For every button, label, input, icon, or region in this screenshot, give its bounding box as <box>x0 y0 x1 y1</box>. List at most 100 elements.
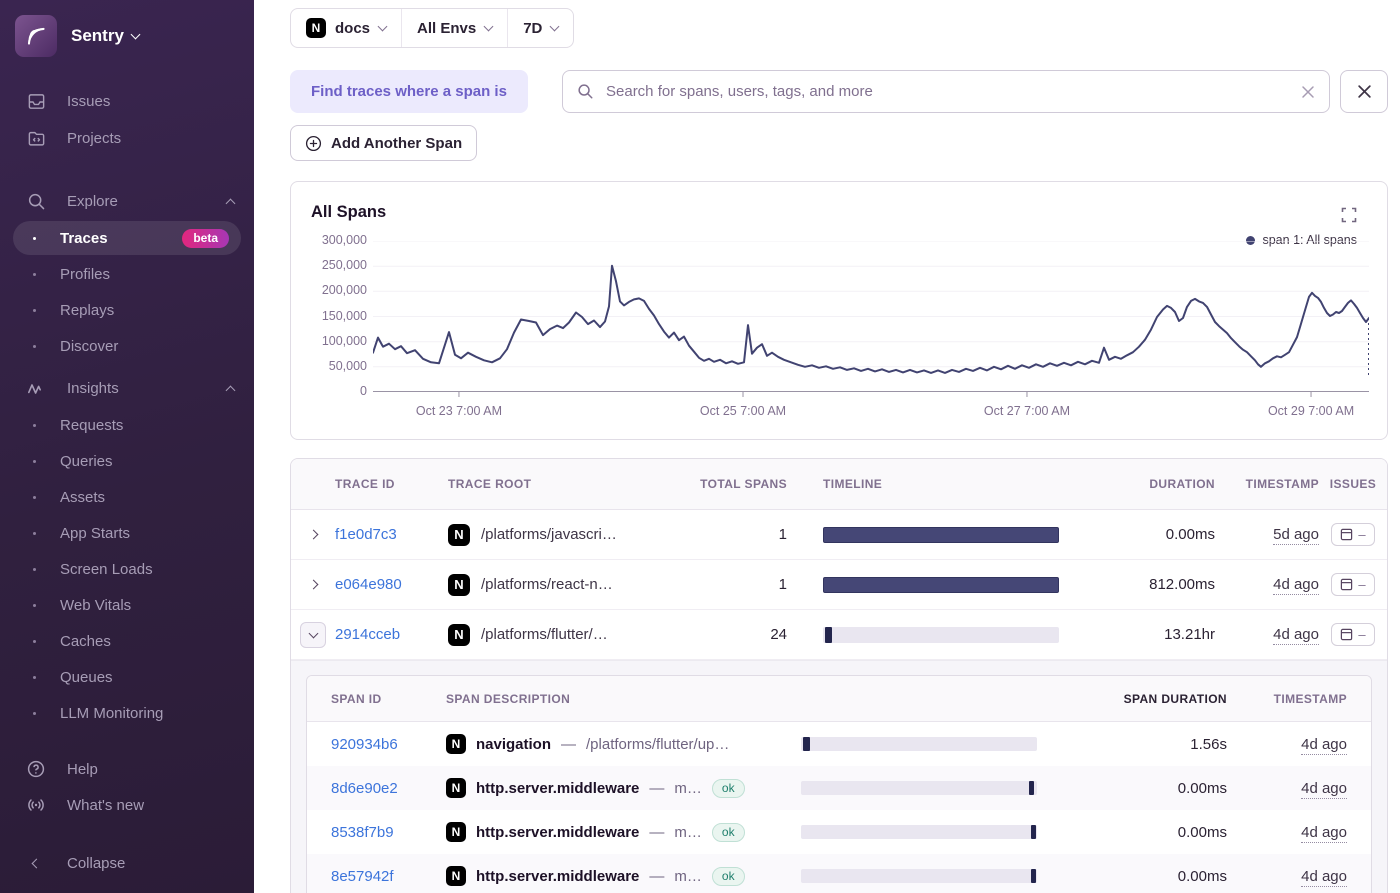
duration-value: 0.00ms <box>1083 526 1215 543</box>
sidebar-item-queues[interactable]: Queues <box>0 659 254 695</box>
trace-row: e064e980 N /platforms/react-n… 1 812.00m… <box>291 560 1387 610</box>
main-content: N docs All Envs 7D Find traces where a s… <box>254 0 1400 893</box>
sidebar-item-requests[interactable]: Requests <box>0 407 254 443</box>
sidebar-item-issues[interactable]: Issues <box>0 83 254 120</box>
org-switcher[interactable]: Sentry <box>0 0 254 57</box>
sidebar-item-screen-loads[interactable]: Screen Loads <box>0 551 254 587</box>
span-row: 920934b6 N navigation — /platforms/flutt… <box>307 722 1371 766</box>
sidebar-item-replays[interactable]: Replays <box>0 292 254 328</box>
issues-count-empty: – <box>1358 627 1365 642</box>
sentry-logo-icon <box>15 15 57 57</box>
nextjs-icon: N <box>446 778 466 798</box>
span-id-link[interactable]: 920934b6 <box>331 736 398 753</box>
span-id-link[interactable]: 8d6e90e2 <box>331 780 398 797</box>
environment-value: All Envs <box>417 20 476 37</box>
help-label: Help <box>67 761 98 778</box>
environment-selector[interactable]: All Envs <box>401 9 507 47</box>
trace-root-text: /platforms/flutter/… <box>481 626 608 643</box>
chevron-down-icon <box>484 22 494 32</box>
expand-toggle[interactable] <box>310 581 317 588</box>
sidebar-item-explore[interactable]: Explore <box>0 183 254 220</box>
sidebar-item-whats-new[interactable]: What's new <box>0 787 254 823</box>
col-span-timestamp: TIMESTAMP <box>1235 692 1371 706</box>
duration-value: 13.21hr <box>1083 626 1215 643</box>
trace-rows: f1e0d7c3 N /platforms/javascri… 1 0.00ms… <box>291 510 1387 660</box>
find-traces-label: Find traces where a span is <box>290 70 528 113</box>
issues-button[interactable]: – <box>1331 523 1374 546</box>
sidebar-footer: Help What's new Collapse <box>0 751 254 893</box>
sidebar-item-projects[interactable]: Projects <box>0 120 254 157</box>
span-search-bar[interactable] <box>562 70 1330 113</box>
issues-count-empty: – <box>1358 577 1365 592</box>
x-tick-label: Oct 27 7:00 AM <box>984 404 1070 418</box>
sidebar-item-assets[interactable]: Assets <box>0 479 254 515</box>
timestamp-link[interactable]: 4d ago <box>1301 780 1347 799</box>
trace-row: 2914cceb N /platforms/flutter/… 24 13.21… <box>291 610 1387 660</box>
trace-id-link[interactable]: 2914cceb <box>335 626 400 643</box>
span-id-link[interactable]: 8e57942f <box>331 868 394 885</box>
span-id-link[interactable]: 8538f7b9 <box>331 824 394 841</box>
chevron-down-icon <box>130 30 140 40</box>
fullscreen-icon[interactable] <box>1341 207 1357 223</box>
timestamp-link[interactable]: 4d ago <box>1301 736 1347 755</box>
sidebar-collapse-button[interactable]: Collapse <box>0 845 254 881</box>
expand-toggle[interactable] <box>310 531 317 538</box>
y-tick-label: 300,000 <box>305 233 367 247</box>
sidebar-item-llm-monitoring[interactable]: LLM Monitoring <box>0 695 254 731</box>
span-row: 8538f7b9 N http.server.middleware — m… o… <box>307 810 1371 854</box>
issues-button[interactable]: – <box>1331 573 1374 596</box>
trace-id-link[interactable]: e064e980 <box>335 576 402 593</box>
project-selector[interactable]: N docs <box>291 9 401 47</box>
sidebar-item-traces[interactable]: Traces beta <box>13 221 241 255</box>
chevron-up-icon <box>226 198 236 208</box>
timestamp-link[interactable]: 5d ago <box>1273 526 1319 545</box>
timestamp-link[interactable]: 4d ago <box>1273 576 1319 595</box>
x-tick-label: Oct 23 7:00 AM <box>416 404 502 418</box>
close-button[interactable] <box>1340 70 1388 113</box>
status-badge: ok <box>712 779 745 798</box>
issues-button[interactable]: – <box>1331 623 1374 646</box>
col-total-spans: TOTAL SPANS <box>691 477 787 491</box>
pulse-icon <box>26 379 46 399</box>
span-op: http.server.middleware <box>476 780 639 797</box>
add-another-span-button[interactable]: Add Another Span <box>290 125 477 161</box>
duration-value: 812.00ms <box>1083 576 1215 593</box>
whats-new-label: What's new <box>67 797 144 814</box>
sidebar-item-queries[interactable]: Queries <box>0 443 254 479</box>
sidebar-item-discover[interactable]: Discover <box>0 328 254 364</box>
span-row: 8e57942f N http.server.middleware — m… o… <box>307 854 1371 893</box>
chart-panel: All Spans span 1: All spans 300,000250,0… <box>290 181 1388 440</box>
search-icon <box>577 83 594 100</box>
timestamp-link[interactable]: 4d ago <box>1301 868 1347 887</box>
y-tick-label: 200,000 <box>305 283 367 297</box>
search-input[interactable] <box>604 82 1291 101</box>
span-description-text: m… <box>674 780 702 797</box>
date-range-selector[interactable]: 7D <box>507 9 573 47</box>
beta-badge: beta <box>182 229 229 248</box>
timestamp-link[interactable]: 4d ago <box>1301 824 1347 843</box>
sidebar-item-insights[interactable]: Insights <box>0 370 254 407</box>
sidebar-item-help[interactable]: Help <box>0 751 254 787</box>
nextjs-icon: N <box>448 524 470 546</box>
timestamp-link[interactable]: 4d ago <box>1273 626 1319 645</box>
trace-root-text: /platforms/javascri… <box>481 526 617 543</box>
sidebar-item-web-vitals[interactable]: Web Vitals <box>0 587 254 623</box>
chevron-down-icon <box>378 22 388 32</box>
trace-id-link[interactable]: f1e0d7c3 <box>335 526 397 543</box>
sidebar-item-app-starts[interactable]: App Starts <box>0 515 254 551</box>
y-tick-label: 0 <box>305 384 367 398</box>
add-span-label: Add Another Span <box>331 135 462 152</box>
close-icon <box>1357 84 1372 99</box>
col-span-id: SPAN ID <box>307 692 424 706</box>
nextjs-icon: N <box>446 822 466 842</box>
span-description-text: m… <box>674 824 702 841</box>
expand-toggle[interactable] <box>300 622 326 648</box>
total-spans-value: 1 <box>691 526 787 543</box>
sidebar-item-caches[interactable]: Caches <box>0 623 254 659</box>
clear-search-icon[interactable] <box>1301 85 1315 99</box>
sidebar-item-profiles[interactable]: Profiles <box>0 256 254 292</box>
collapse-label: Collapse <box>67 855 125 872</box>
span-row: 8d6e90e2 N http.server.middleware — m… o… <box>307 766 1371 810</box>
separator-dash: — <box>649 780 664 797</box>
total-spans-value: 24 <box>691 626 787 643</box>
